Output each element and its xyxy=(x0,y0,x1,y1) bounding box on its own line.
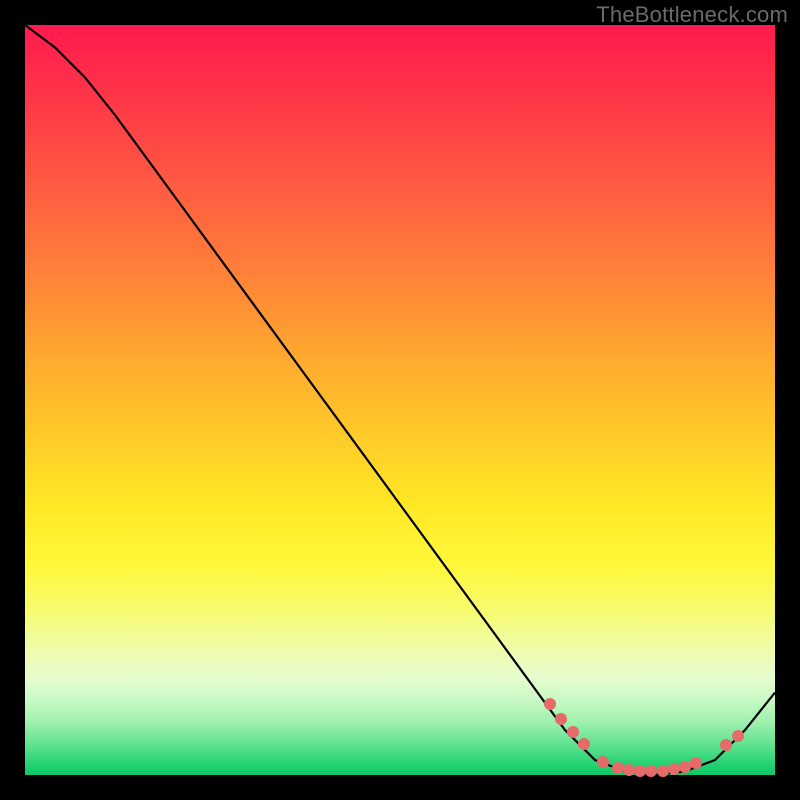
sample-dots-layer xyxy=(25,25,775,775)
sample-dot xyxy=(645,765,657,777)
sample-dot xyxy=(732,730,744,742)
sample-dot xyxy=(578,738,590,750)
sample-dot xyxy=(544,698,556,710)
sample-dot xyxy=(634,765,646,777)
chart-frame: TheBottleneck.com xyxy=(0,0,800,800)
sample-dot xyxy=(567,726,579,738)
sample-dot xyxy=(623,764,635,776)
sample-dot xyxy=(668,763,680,775)
sample-dot xyxy=(690,757,702,769)
watermark-text: TheBottleneck.com xyxy=(596,2,788,28)
sample-dot xyxy=(612,762,624,774)
sample-dot xyxy=(597,756,609,768)
sample-dot xyxy=(679,761,691,773)
plot-area xyxy=(25,25,775,775)
sample-dot xyxy=(657,765,669,777)
sample-dot xyxy=(720,739,732,751)
sample-dot xyxy=(555,713,567,725)
